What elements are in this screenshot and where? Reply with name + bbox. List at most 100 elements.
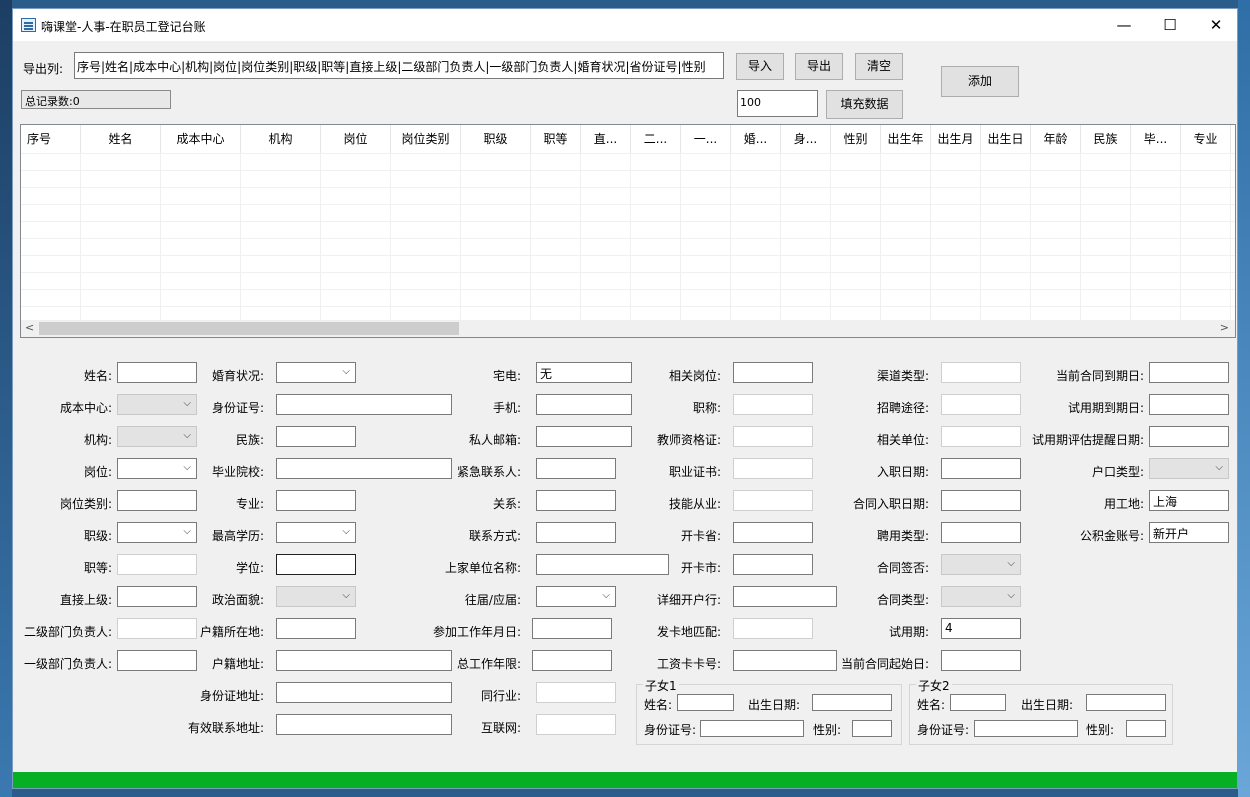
c2-input[interactable] [276, 650, 452, 671]
child1-name-input[interactable] [677, 694, 734, 711]
grid-column-header[interactable]: 职等 [531, 125, 581, 153]
c1-input[interactable] [117, 586, 197, 607]
grid-column-header[interactable]: 成本中心 [161, 125, 241, 153]
c4-input[interactable] [733, 618, 813, 639]
minimize-button[interactable]: — [1101, 9, 1147, 41]
c3-input[interactable] [536, 426, 632, 447]
c2-input[interactable] [276, 458, 452, 479]
grid-column-header[interactable]: 民族 [1081, 125, 1131, 153]
child1-id-input[interactable] [700, 720, 804, 737]
grid-column-header[interactable]: 年龄 [1031, 125, 1081, 153]
c4-input[interactable] [733, 490, 813, 511]
c1-input[interactable] [117, 618, 197, 639]
c2-input[interactable] [276, 394, 452, 415]
row-count-input[interactable]: 100 [737, 90, 818, 117]
c3-input[interactable]: 无 [536, 362, 632, 383]
c6-input[interactable]: 新开户 [1149, 522, 1229, 543]
c2-input[interactable] [276, 426, 356, 447]
child2-gender-input[interactable] [1126, 720, 1166, 737]
c1-select[interactable]: ⌵ [117, 394, 197, 415]
c3-input[interactable] [536, 490, 616, 511]
c2-select[interactable]: ⌵ [276, 362, 356, 383]
c5-input[interactable] [941, 458, 1021, 479]
grid-column-header[interactable]: 婚... [731, 125, 781, 153]
c3-input[interactable] [536, 394, 632, 415]
grid-column-header[interactable]: 二... [631, 125, 681, 153]
c3-input[interactable] [536, 714, 616, 735]
c6-select[interactable]: ⌵ [1149, 458, 1229, 479]
add-button[interactable]: 添加 [941, 66, 1019, 97]
grid-column-header[interactable]: 岗位 [321, 125, 391, 153]
fill-data-button[interactable]: 填充数据 [826, 90, 903, 119]
c1-select[interactable]: ⌵ [117, 458, 197, 479]
c4-input[interactable] [733, 554, 813, 575]
c1-input[interactable] [117, 650, 197, 671]
c4-input[interactable] [733, 362, 813, 383]
scroll-thumb[interactable] [39, 322, 459, 335]
grid-column-header[interactable]: 姓名 [81, 125, 161, 153]
scroll-right-icon[interactable]: > [1220, 321, 1229, 334]
c5-input[interactable]: 4 [941, 618, 1021, 639]
c4-input[interactable] [733, 394, 813, 415]
import-button[interactable]: 导入 [736, 53, 784, 80]
c3-input[interactable] [536, 522, 616, 543]
grid-column-header[interactable]: 毕... [1131, 125, 1181, 153]
c5-input[interactable] [941, 522, 1021, 543]
grid-column-header[interactable]: 职级 [461, 125, 531, 153]
grid-column-header[interactable]: 出生日 [981, 125, 1031, 153]
c3-input[interactable] [536, 554, 669, 575]
c5-input[interactable] [941, 394, 1021, 415]
c4-input[interactable] [733, 458, 813, 479]
c6-input[interactable]: 上海 [1149, 490, 1229, 511]
c3-input[interactable] [532, 618, 612, 639]
c2-input[interactable] [276, 554, 356, 575]
c4-input[interactable] [733, 426, 813, 447]
c5-input[interactable] [941, 490, 1021, 511]
c2-input[interactable] [276, 618, 356, 639]
grid-column-header[interactable]: 岗位类别 [391, 125, 461, 153]
c3-input[interactable] [532, 650, 612, 671]
c4-input[interactable] [733, 586, 837, 607]
c1-select[interactable]: ⌵ [117, 426, 197, 447]
grid-column-header[interactable]: 机构 [241, 125, 321, 153]
c5-input[interactable] [941, 426, 1021, 447]
grid-column-header[interactable]: 直... [581, 125, 631, 153]
child2-id-input[interactable] [974, 720, 1078, 737]
c2-input[interactable] [276, 490, 356, 511]
close-button[interactable]: ✕ [1193, 9, 1237, 41]
c6-input[interactable] [1149, 362, 1229, 383]
horizontal-scrollbar[interactable]: < > [21, 320, 1235, 337]
clear-button[interactable]: 清空 [855, 53, 903, 80]
grid-column-header[interactable]: 出生年 [881, 125, 931, 153]
c5-select[interactable]: ⌵ [941, 586, 1021, 607]
c4-input[interactable] [733, 650, 837, 671]
child1-birth-input[interactable] [812, 694, 892, 711]
export-columns-input[interactable]: 序号|姓名|成本中心|机构|岗位|岗位类别|职级|职等|直接上级|二级部门负责人… [74, 52, 724, 79]
scroll-left-icon[interactable]: < [25, 321, 34, 334]
grid-column-header[interactable]: 序号 [21, 125, 81, 153]
child1-gender-input[interactable] [852, 720, 892, 737]
c5-input[interactable] [941, 362, 1021, 383]
grid-column-header[interactable]: 专业 [1181, 125, 1231, 153]
c2-input[interactable] [276, 714, 452, 735]
grid-column-header[interactable]: 身... [781, 125, 831, 153]
grid-column-header[interactable]: 性别 [831, 125, 881, 153]
c4-input[interactable] [733, 522, 813, 543]
child2-birth-input[interactable] [1086, 694, 1166, 711]
c1-input[interactable] [117, 490, 197, 511]
grid-column-header[interactable]: 一... [681, 125, 731, 153]
c2-input[interactable] [276, 682, 452, 703]
c3-input[interactable] [536, 458, 616, 479]
c6-input[interactable] [1149, 426, 1229, 447]
c6-input[interactable] [1149, 394, 1229, 415]
grid-column-header[interactable]: 出生月 [931, 125, 981, 153]
c1-input[interactable] [117, 554, 197, 575]
records-grid[interactable]: 序号 姓名 成本中心 机构 岗位 岗位类别 职级 职等 直... 二... 一... 婚... 身...… [20, 124, 1236, 338]
c2-select[interactable]: ⌵ [276, 586, 356, 607]
c5-select[interactable]: ⌵ [941, 554, 1021, 575]
c2-select[interactable]: ⌵ [276, 522, 356, 543]
c1-input[interactable] [117, 362, 197, 383]
c1-select[interactable]: ⌵ [117, 522, 197, 543]
child2-name-input[interactable] [950, 694, 1006, 711]
export-button[interactable]: 导出 [795, 53, 843, 80]
